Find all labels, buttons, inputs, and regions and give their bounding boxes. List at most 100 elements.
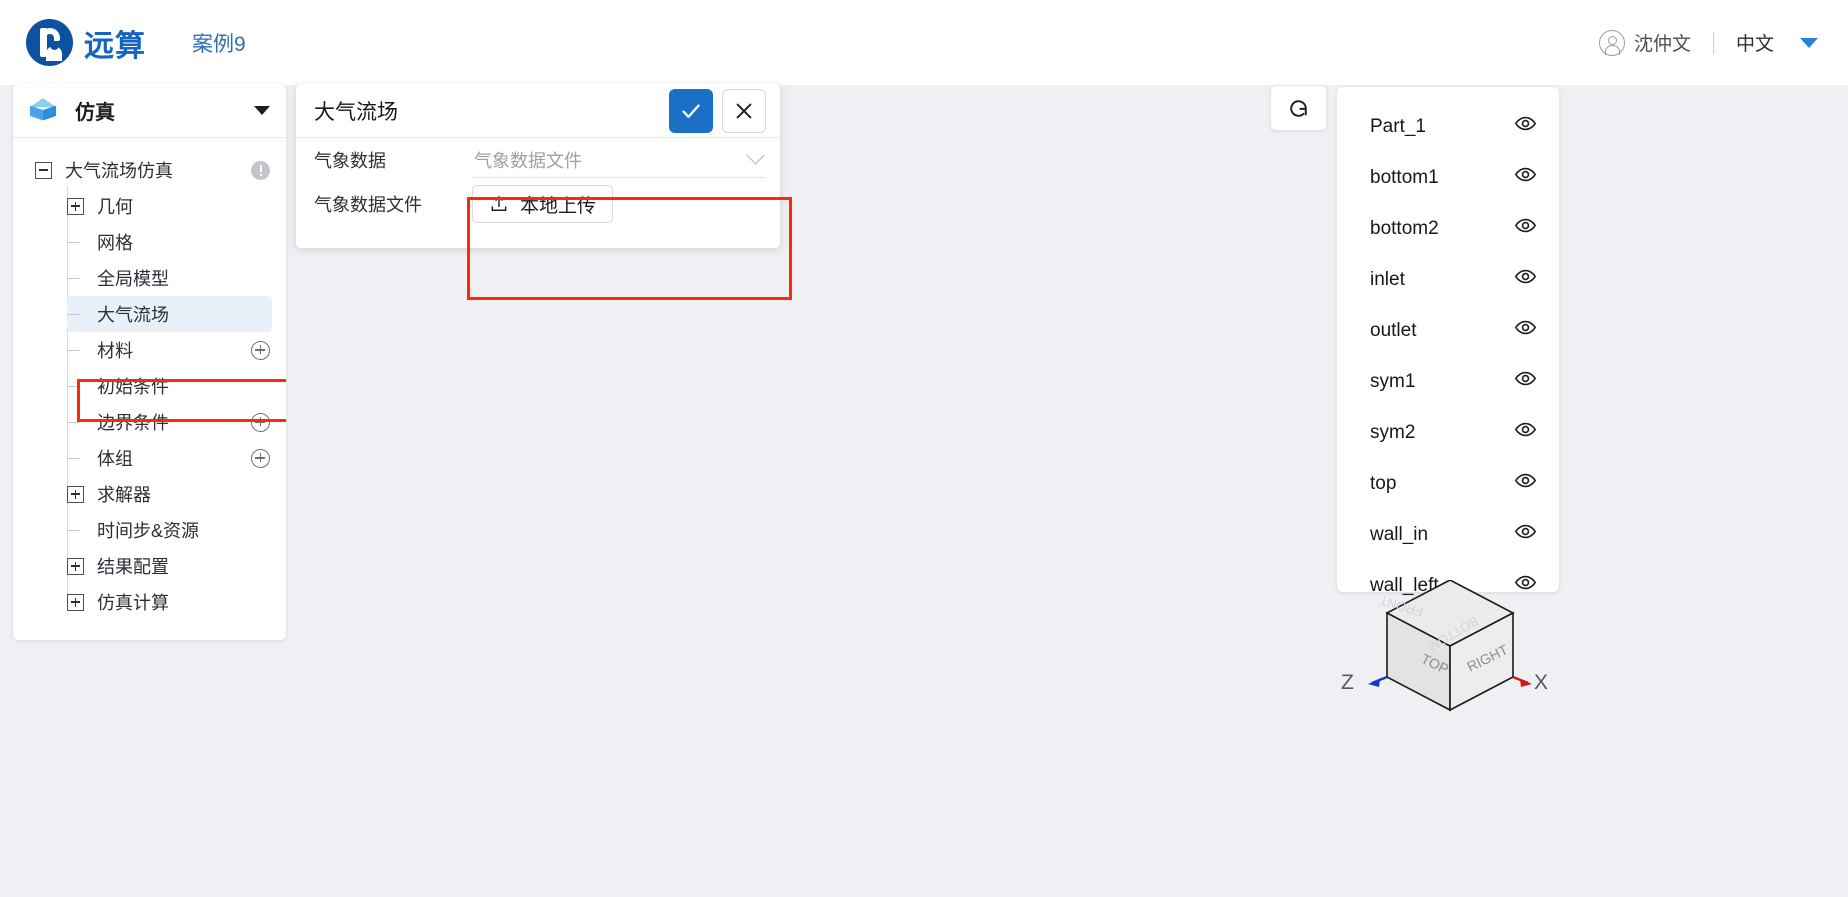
part-name: Part_1 bbox=[1370, 115, 1426, 137]
part-row[interactable]: Part_1 bbox=[1337, 101, 1559, 152]
part-row[interactable]: outlet bbox=[1337, 305, 1559, 356]
yuansuan-logo-icon bbox=[26, 19, 73, 66]
eye-icon[interactable] bbox=[1514, 316, 1537, 345]
field-control-weather-data: 气象数据文件 bbox=[472, 142, 780, 178]
part-name: sym2 bbox=[1370, 421, 1416, 443]
orientation-cube-svg[interactable]: TOP RIGHT FRONT BOTTOM bbox=[1330, 579, 1570, 760]
dialog-body: 气象数据 气象数据文件 气象数据文件 本地上传 bbox=[296, 138, 792, 300]
tree-item-label: 几何 bbox=[97, 197, 133, 217]
brand-logo-group[interactable]: 远算 bbox=[26, 19, 146, 66]
caret-down-icon[interactable] bbox=[1800, 37, 1818, 48]
tree-item-1[interactable]: 几何 bbox=[13, 188, 286, 224]
tree-item-label: 边界条件 bbox=[97, 413, 169, 433]
tree-branch-dash-icon bbox=[67, 234, 84, 251]
part-row[interactable]: bottom2 bbox=[1337, 203, 1559, 254]
part-row[interactable]: sym1 bbox=[1337, 356, 1559, 407]
tree-item-4[interactable]: 大气流场 bbox=[13, 296, 286, 332]
tree-item-hit-area[interactable]: 时间步&资源 bbox=[67, 512, 286, 548]
tree-item-hit-area[interactable]: 结果配置 bbox=[67, 548, 286, 584]
orientation-cube[interactable]: TOP RIGHT FRONT BOTTOM Z X bbox=[1330, 579, 1570, 760]
tree-item-hit-area[interactable]: 全局模型 bbox=[67, 260, 286, 296]
tree-item-0[interactable]: 大气流场仿真 bbox=[13, 152, 286, 188]
tree-branch-dash-icon bbox=[67, 450, 84, 467]
local-upload-button[interactable]: 本地上传 bbox=[472, 185, 614, 223]
tree-item-12[interactable]: 仿真计算 bbox=[13, 584, 286, 620]
eye-icon[interactable] bbox=[1514, 520, 1537, 549]
plus-circle-icon[interactable] bbox=[251, 448, 270, 468]
plus-circle-icon[interactable] bbox=[251, 340, 270, 360]
part-row[interactable]: wall_in bbox=[1337, 509, 1559, 560]
simulation-tree-panel: 仿真 大气流场仿真几何网格全局模型大气流场 材料 初始条件边界条件体组 求解器时间步&… bbox=[13, 84, 286, 640]
expand-plus-icon[interactable] bbox=[67, 197, 84, 215]
caret-down-icon[interactable] bbox=[254, 106, 270, 115]
part-name: inlet bbox=[1370, 268, 1405, 290]
eye-icon[interactable] bbox=[1514, 214, 1537, 243]
tree-item-hit-area[interactable]: 材料 bbox=[67, 332, 251, 368]
part-name: sym1 bbox=[1370, 370, 1416, 392]
3d-model-geometry[interactable] bbox=[497, 340, 1073, 720]
simulation-tree: 大气流场仿真几何网格全局模型大气流场 材料 初始条件边界条件体组 求解器时间步&资源结… bbox=[13, 138, 286, 620]
tree-item-hit-area[interactable]: 初始条件 bbox=[67, 368, 286, 404]
parts-list-panel: Part_1 bottom1 bottom2 inlet outlet sym1 sym2 t… bbox=[1337, 87, 1559, 596]
eye-icon[interactable] bbox=[1514, 112, 1537, 141]
reset-view-button[interactable] bbox=[1270, 85, 1327, 131]
expand-plus-icon[interactable] bbox=[67, 593, 84, 611]
divider bbox=[1712, 31, 1714, 54]
axis-label-x: X bbox=[1534, 671, 1549, 694]
weather-data-select[interactable]: 气象数据文件 bbox=[472, 142, 766, 178]
expand-plus-icon[interactable] bbox=[67, 557, 84, 575]
part-row[interactable]: inlet bbox=[1337, 254, 1559, 305]
tree-item-11[interactable]: 结果配置 bbox=[13, 548, 286, 584]
tree-branch-dash-icon bbox=[67, 270, 84, 287]
cancel-button[interactable] bbox=[722, 88, 766, 133]
rotate-reset-icon bbox=[1290, 99, 1307, 117]
plus-circle-icon-glyph bbox=[251, 340, 270, 360]
language-label[interactable]: 中文 bbox=[1736, 29, 1774, 56]
tree-branch-dash-icon bbox=[67, 414, 84, 431]
eye-icon[interactable] bbox=[1514, 367, 1537, 396]
tree-item-hit-area[interactable]: 几何 bbox=[67, 188, 286, 224]
info-icon-glyph bbox=[251, 160, 270, 180]
eye-icon[interactable] bbox=[1514, 418, 1537, 447]
check-icon bbox=[682, 103, 700, 118]
tree-item-hit-area[interactable]: 大气流场仿真 bbox=[35, 152, 251, 188]
cube-icon bbox=[29, 97, 57, 125]
plus-circle-icon[interactable] bbox=[251, 412, 270, 432]
tree-item-hit-area[interactable]: 网格 bbox=[67, 224, 286, 260]
simulation-panel-header[interactable]: 仿真 bbox=[13, 84, 286, 138]
eye-icon[interactable] bbox=[1514, 469, 1537, 498]
tree-item-label: 全局模型 bbox=[97, 269, 169, 289]
part-row[interactable]: top bbox=[1337, 458, 1559, 509]
eye-icon[interactable] bbox=[1514, 163, 1537, 192]
tree-item-label: 大气流场仿真 bbox=[65, 161, 173, 181]
tree-item-hit-area[interactable]: 体组 bbox=[67, 440, 251, 476]
tree-item-hit-area[interactable]: 边界条件 bbox=[67, 404, 251, 440]
tree-item-8[interactable]: 体组 bbox=[13, 440, 286, 476]
tree-item-label: 时间步&资源 bbox=[97, 521, 200, 541]
brand-name: 远算 bbox=[84, 29, 146, 63]
field-label-weather-data: 气象数据 bbox=[314, 151, 386, 171]
tree-item-hit-area[interactable]: 大气流场 bbox=[67, 296, 272, 332]
case-title[interactable]: 案例9 bbox=[192, 28, 246, 58]
tree-item-2[interactable]: 网格 bbox=[13, 224, 286, 260]
eye-icon[interactable] bbox=[1514, 265, 1537, 294]
tree-item-hit-area[interactable]: 求解器 bbox=[67, 476, 286, 512]
part-row[interactable]: bottom1 bbox=[1337, 152, 1559, 203]
confirm-button[interactable] bbox=[669, 88, 713, 133]
tree-branch-dash-icon bbox=[67, 306, 84, 323]
tree-item-10[interactable]: 时间步&资源 bbox=[13, 512, 286, 548]
simulation-panel-title: 仿真 bbox=[75, 102, 115, 124]
part-row[interactable]: sym2 bbox=[1337, 407, 1559, 458]
upload-icon bbox=[491, 196, 507, 211]
tree-item-6[interactable]: 初始条件 bbox=[13, 368, 286, 404]
tree-item-hit-area[interactable]: 仿真计算 bbox=[67, 584, 286, 620]
collapse-minus-icon[interactable] bbox=[35, 161, 52, 179]
field-row-weather-file: 气象数据文件 本地上传 bbox=[296, 182, 780, 226]
tree-item-9[interactable]: 求解器 bbox=[13, 476, 286, 512]
tree-item-3[interactable]: 全局模型 bbox=[13, 260, 286, 296]
tree-item-7[interactable]: 边界条件 bbox=[13, 404, 286, 440]
tree-item-5[interactable]: 材料 bbox=[13, 332, 286, 368]
part-name: outlet bbox=[1370, 319, 1417, 341]
expand-plus-icon[interactable] bbox=[67, 485, 84, 503]
user-menu[interactable]: 沈仲文 bbox=[1598, 29, 1691, 56]
